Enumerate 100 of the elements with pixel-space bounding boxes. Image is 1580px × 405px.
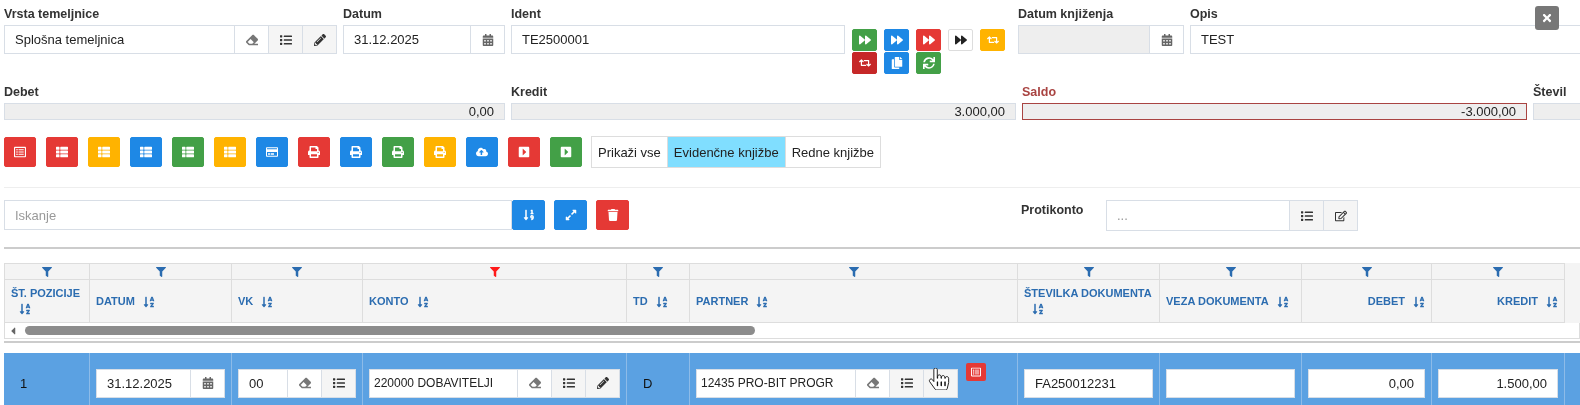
print-icon <box>350 146 362 158</box>
filter-tab[interactable]: Redne knjižbe <box>784 136 882 168</box>
amount-field[interactable]: 0,00 <box>1308 368 1425 398</box>
pencil-icon <box>596 377 609 389</box>
field-label: Debet <box>4 84 39 100</box>
sort-icon[interactable] <box>1032 303 1044 316</box>
sort-icon <box>522 209 535 221</box>
amount-field[interactable]: 0,00 <box>4 103 505 120</box>
input-field[interactable]: TEST <box>1190 25 1580 54</box>
list-button[interactable] <box>552 368 586 398</box>
input-field[interactable]: 220000 DOBAVITELJI <box>369 368 518 398</box>
pencil-icon <box>313 33 326 46</box>
column-header[interactable]: TD <box>633 293 668 309</box>
filter-icon[interactable] <box>292 266 302 277</box>
input-field[interactable]: 00 <box>238 368 288 398</box>
hand-cursor-icon <box>928 368 950 390</box>
filter-icon[interactable] <box>1493 266 1503 277</box>
field-label: Protikonto <box>1021 203 1085 217</box>
filter-icon[interactable] <box>155 266 166 277</box>
filter-icon[interactable] <box>1361 266 1372 277</box>
field-label: Števil <box>1533 84 1567 100</box>
amount-field[interactable]: 3.000,00 <box>511 103 1016 120</box>
list-icon <box>900 377 913 389</box>
list-icon <box>332 377 345 389</box>
list-button[interactable] <box>322 368 356 398</box>
list-icon <box>1300 209 1313 222</box>
sort-icon[interactable] <box>1546 295 1558 308</box>
date-field[interactable]: 31.12.2025 <box>343 25 471 54</box>
cloud-upload-icon <box>476 146 488 158</box>
column-header[interactable]: DATUM <box>96 293 155 309</box>
expand-icon <box>564 209 577 221</box>
lookup-field[interactable]: ... <box>1106 200 1290 231</box>
sort-icon[interactable] <box>142 295 155 308</box>
input-field[interactable]: TE2500001 <box>511 25 845 54</box>
calendar-icon <box>201 377 214 389</box>
table-row[interactable]: 1 31.12.2025 00 220000 DOBAVITELJI D 12435 PRO-BIT PROGR FA250012231 0,00 1.500,00 <box>4 353 1580 405</box>
column-header[interactable]: VEZA DOKUMENTA <box>1166 293 1289 309</box>
column-header[interactable]: KREDIT <box>1497 293 1558 309</box>
search-field[interactable]: Iskanje <box>4 200 512 230</box>
calendar-button[interactable] <box>1150 25 1184 54</box>
sheet-button[interactable] <box>966 363 986 381</box>
eraser-icon <box>245 33 258 46</box>
scrollbar-thumb[interactable] <box>25 326 755 335</box>
filter-icon[interactable] <box>1225 266 1236 277</box>
filter-tab[interactable]: Prikaži vse <box>591 136 668 168</box>
calendar-icon <box>1160 33 1173 46</box>
list-icon <box>98 146 110 158</box>
sort-icon[interactable] <box>19 303 31 316</box>
clear-button[interactable] <box>288 368 322 398</box>
list-button[interactable] <box>890 368 924 398</box>
lookup-field[interactable]: Splošna temeljnica <box>4 25 235 54</box>
close-button[interactable] <box>1535 6 1559 30</box>
fast-forward-icon <box>890 34 903 46</box>
sort-icon[interactable] <box>655 295 668 308</box>
filter-tab[interactable]: Evidenčne knjižbe <box>666 136 786 168</box>
clear-button[interactable] <box>235 25 269 54</box>
field-label: Saldo <box>1022 84 1057 100</box>
column-header[interactable]: VK <box>238 293 274 309</box>
column-header[interactable]: PARTNER <box>696 293 769 309</box>
delete-button[interactable] <box>596 200 629 230</box>
card-icon <box>266 146 278 158</box>
input-field[interactable]: 12435 PRO-BIT PROGR <box>696 368 856 398</box>
sort-icon[interactable] <box>1276 295 1289 308</box>
calendar-icon <box>481 33 494 46</box>
refresh-icon <box>922 57 935 69</box>
column-header[interactable]: ŠTEVILKA DOKUMENTA <box>1024 286 1153 316</box>
field-label: Opis <box>1190 6 1218 22</box>
sort-icon[interactable] <box>1413 295 1425 308</box>
edit-button[interactable] <box>586 368 620 398</box>
close-icon <box>1541 12 1553 24</box>
filter-icon[interactable] <box>42 266 52 277</box>
field-label: Datum <box>343 6 382 22</box>
filter-icon[interactable] <box>1083 266 1094 277</box>
input-field[interactable]: FA250012231 <box>1024 368 1153 398</box>
filter-icon[interactable] <box>653 266 663 277</box>
sort-icon[interactable] <box>261 295 274 308</box>
clear-button[interactable] <box>856 368 890 398</box>
eraser-icon <box>528 377 541 389</box>
column-header[interactable]: KONTO <box>369 293 429 309</box>
fast-forward-icon <box>922 34 935 46</box>
date-field[interactable]: 31.12.2025 <box>96 368 191 398</box>
sheet-icon <box>971 367 981 377</box>
filter-icon[interactable] <box>489 266 500 277</box>
sort-icon[interactable] <box>416 295 429 308</box>
edit-button[interactable] <box>303 25 337 54</box>
input-field[interactable] <box>1166 368 1295 398</box>
column-header[interactable]: DEBET <box>1367 293 1425 309</box>
calendar-button[interactable] <box>471 25 505 54</box>
edit-button[interactable] <box>1324 200 1358 231</box>
sort-button[interactable] <box>512 200 545 230</box>
expand-button[interactable] <box>554 200 587 230</box>
play-icon <box>560 146 572 158</box>
calendar-button[interactable] <box>191 368 225 398</box>
sort-icon[interactable] <box>756 295 769 308</box>
filter-icon[interactable] <box>848 266 859 277</box>
amount-field[interactable]: 1.500,00 <box>1438 368 1558 398</box>
amount-field[interactable]: -3.000,00 <box>1022 103 1527 120</box>
clear-button[interactable] <box>518 368 552 398</box>
list-button[interactable] <box>269 25 303 54</box>
list-button[interactable] <box>1290 200 1324 231</box>
